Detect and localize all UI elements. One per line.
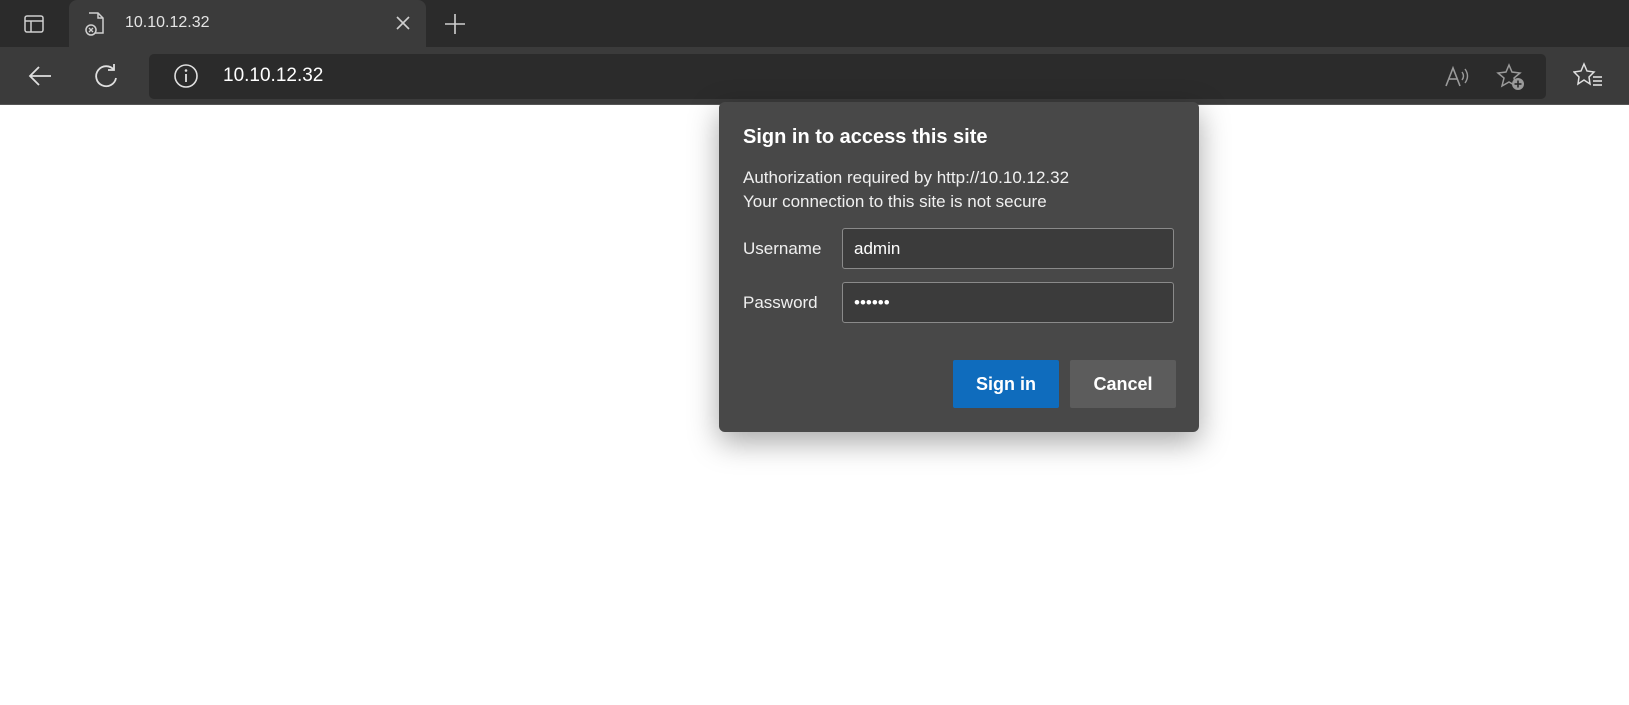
back-arrow-icon: [28, 66, 51, 86]
favorites-list-icon: [1573, 62, 1602, 86]
tab-actions-icon: [24, 14, 44, 33]
tab-strip: 10.10.12.32: [0, 0, 1629, 48]
star-add-icon: [1496, 63, 1524, 90]
authorization-message: Authorization required by http://10.10.1…: [743, 168, 1070, 187]
cancel-button[interactable]: Cancel: [1070, 360, 1176, 408]
plus-icon: [445, 14, 465, 34]
read-aloud-button[interactable]: [1442, 62, 1472, 92]
tab-actions-button[interactable]: [0, 0, 68, 47]
close-tab-icon[interactable]: [394, 14, 412, 32]
refresh-icon: [95, 64, 117, 88]
tab-active[interactable]: 10.10.12.32: [69, 0, 426, 48]
page-error-icon: [85, 12, 104, 36]
password-label: Password: [743, 293, 818, 312]
tab-title: 10.10.12.32: [125, 14, 210, 31]
username-label: Username: [743, 239, 822, 258]
username-input[interactable]: admin: [842, 228, 1174, 269]
address-bar[interactable]: 10.10.12.32: [149, 54, 1546, 99]
navigation-toolbar: 10.10.12.32: [0, 47, 1629, 105]
info-icon[interactable]: [173, 63, 199, 89]
sign-in-dialog: Sign in to access this site Authorizatio…: [719, 102, 1199, 432]
add-favorite-button[interactable]: [1496, 62, 1526, 92]
password-input[interactable]: ••••••: [842, 282, 1174, 323]
sign-in-button[interactable]: Sign in: [953, 360, 1059, 408]
refresh-button[interactable]: [88, 58, 124, 94]
new-tab-button[interactable]: [440, 9, 470, 39]
security-warning: Your connection to this site is not secu…: [743, 192, 1047, 211]
read-aloud-icon: [1445, 65, 1469, 87]
dialog-title: Sign in to access this site: [743, 126, 988, 148]
favorites-button[interactable]: [1570, 58, 1606, 94]
back-button[interactable]: [22, 58, 58, 94]
url-text[interactable]: 10.10.12.32: [223, 65, 323, 87]
